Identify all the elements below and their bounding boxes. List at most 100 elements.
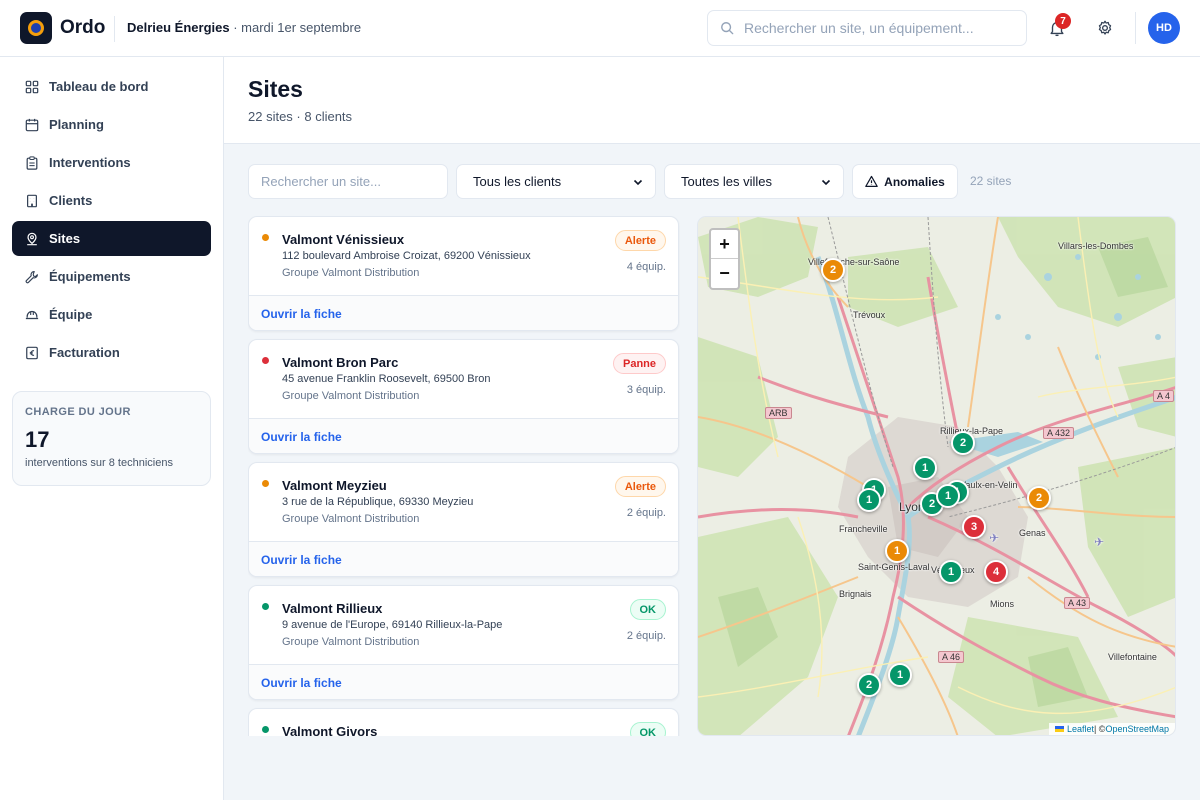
client-filter-value: Tous les clients bbox=[473, 174, 562, 189]
status-badge: Alerte bbox=[614, 230, 666, 251]
place-label: Francheville bbox=[839, 524, 888, 534]
current-date: · mardi 1er septembre bbox=[229, 20, 362, 35]
sidebar-item-equipe[interactable]: Équipe bbox=[12, 297, 211, 332]
open-site-link[interactable]: Ouvrir la fiche bbox=[249, 541, 678, 576]
site-cluster-marker[interactable]: 1 bbox=[885, 539, 909, 563]
search-icon bbox=[720, 21, 734, 38]
site-address: 112 boulevard Ambroise Croizat, 69200 Vé… bbox=[282, 250, 531, 262]
site-cluster-marker[interactable]: 2 bbox=[857, 673, 881, 697]
map-tiles bbox=[698, 217, 1175, 735]
place-label: Mions bbox=[990, 599, 1015, 609]
sidebar-item-planning[interactable]: Planning bbox=[12, 107, 211, 142]
anomalies-filter-button[interactable]: Anomalies bbox=[852, 164, 958, 199]
client-filter-select[interactable]: Tous les clients bbox=[456, 164, 656, 199]
openstreetmap-link[interactable]: OpenStreetMap bbox=[1105, 724, 1169, 734]
anomalies-filter-label: Anomalies bbox=[884, 174, 945, 189]
page-subtitle: 22 sites · 8 clients bbox=[248, 109, 353, 124]
site-group: Groupe Valmont Distribution bbox=[282, 636, 420, 648]
city-filter-select[interactable]: Toutes les villes bbox=[664, 164, 844, 199]
status-badge: Alerte bbox=[614, 476, 666, 497]
site-search-placeholder: Rechercher un site... bbox=[261, 174, 381, 189]
site-search-input[interactable]: Rechercher un site... bbox=[248, 164, 448, 199]
sidebar-item-equipements[interactable]: Équipements bbox=[12, 259, 211, 294]
site-name: Valmont Bron Parc bbox=[282, 355, 399, 370]
status-dot bbox=[262, 357, 269, 364]
app-logo[interactable] bbox=[20, 12, 52, 44]
gear-icon bbox=[1098, 20, 1112, 35]
daily-load-value: 17 bbox=[25, 427, 50, 452]
status-badge: OK bbox=[629, 722, 666, 736]
equipment-count: 4 équip. bbox=[626, 261, 666, 273]
site-cluster-marker[interactable]: 1 bbox=[913, 456, 937, 480]
status-dot bbox=[262, 603, 269, 610]
sidebar-item-facturation[interactable]: Facturation bbox=[12, 335, 211, 370]
status-dot bbox=[262, 480, 269, 487]
map-attribution: Leaflet | © OpenStreetMap bbox=[1048, 723, 1175, 735]
site-address: 9 avenue de l'Europe, 69140 Rillieux-la-… bbox=[282, 619, 503, 631]
site-cluster-marker[interactable]: 1 bbox=[936, 484, 960, 508]
leaflet-link[interactable]: Leaflet bbox=[1067, 724, 1094, 734]
company-name: Delrieu Énergies bbox=[127, 20, 230, 35]
road-shield: A 46 bbox=[938, 651, 965, 663]
site-cluster-marker[interactable]: 1 bbox=[857, 488, 881, 512]
zoom-out-button[interactable]: − bbox=[711, 259, 738, 288]
building-icon bbox=[24, 193, 40, 209]
site-card[interactable]: Valmont Rillieux 9 avenue de l'Europe, 6… bbox=[248, 585, 679, 700]
dashboard-icon bbox=[24, 79, 40, 95]
site-card[interactable]: Valmont Bron Parc 45 avenue Franklin Roo… bbox=[248, 339, 679, 454]
site-card[interactable]: Valmont Givors OK bbox=[248, 708, 679, 736]
daily-load-label: CHARGE DU JOUR bbox=[25, 406, 131, 418]
site-cluster-marker[interactable]: 4 bbox=[984, 560, 1008, 584]
header-divider bbox=[114, 16, 115, 42]
settings-button[interactable] bbox=[1093, 16, 1117, 40]
notifications-count-badge: 7 bbox=[1055, 13, 1071, 29]
site-cluster-marker[interactable]: 2 bbox=[951, 431, 975, 455]
road-shield: A 4 bbox=[1153, 390, 1175, 402]
results-count: 22 sites bbox=[970, 174, 1012, 188]
site-name: Valmont Meyzieu bbox=[282, 478, 387, 493]
site-cluster-marker[interactable]: 1 bbox=[888, 663, 912, 687]
daily-load-caption: interventions sur 8 techniciens bbox=[25, 457, 173, 469]
chevron-down-icon bbox=[821, 179, 831, 185]
top-bar: Ordo Delrieu Énergies · mardi 1er septem… bbox=[0, 0, 1200, 57]
sidebar-item-label: Facturation bbox=[49, 345, 120, 360]
road-shield: A 432 bbox=[1043, 427, 1075, 439]
site-card[interactable]: Valmont Vénissieux 112 boulevard Ambrois… bbox=[248, 216, 679, 331]
sidebar-item-sites[interactable]: Sites bbox=[12, 221, 211, 256]
equipment-count: 3 équip. bbox=[626, 384, 666, 396]
site-group: Groupe Valmont Distribution bbox=[282, 513, 420, 525]
open-site-link[interactable]: Ouvrir la fiche bbox=[249, 664, 678, 699]
site-cluster-marker[interactable]: 2 bbox=[1027, 486, 1051, 510]
status-dot bbox=[262, 726, 269, 733]
sidebar-item-label: Clients bbox=[49, 193, 93, 208]
sidebar-item-dashboard[interactable]: Tableau de bord bbox=[12, 69, 211, 104]
sites-list: Valmont Vénissieux 112 boulevard Ambrois… bbox=[248, 216, 680, 736]
site-card[interactable]: Valmont Meyzieu 3 rue de la République, … bbox=[248, 462, 679, 577]
sidebar-item-clients[interactable]: Clients bbox=[12, 183, 211, 218]
sidebar-item-label: Interventions bbox=[49, 155, 131, 170]
place-label: Trévoux bbox=[853, 310, 886, 320]
zoom-in-button[interactable]: + bbox=[711, 230, 738, 259]
helmet-icon bbox=[24, 307, 40, 323]
sidebar-item-interventions[interactable]: Interventions bbox=[12, 145, 211, 180]
open-site-link[interactable]: Ouvrir la fiche bbox=[249, 295, 678, 330]
user-avatar[interactable]: HD bbox=[1148, 12, 1180, 44]
global-search-input[interactable]: Rechercher un site, un équipement... bbox=[707, 10, 1027, 46]
logo-mark-icon bbox=[28, 20, 44, 36]
site-cluster-marker[interactable]: 2 bbox=[821, 258, 845, 282]
sites-map[interactable]: Villars-les-Dombes Villefranche-sur-Saôn… bbox=[697, 216, 1176, 736]
status-badge: OK bbox=[629, 599, 666, 620]
open-site-link[interactable]: Ouvrir la fiche bbox=[249, 418, 678, 453]
site-cluster-marker[interactable]: 1 bbox=[939, 560, 963, 584]
brand-name: Ordo bbox=[60, 17, 106, 38]
site-name: Valmont Vénissieux bbox=[282, 232, 405, 247]
site-name: Valmont Rillieux bbox=[282, 601, 383, 616]
site-name: Valmont Givors bbox=[282, 724, 378, 736]
place-label: Genas bbox=[1019, 528, 1046, 538]
airport-icon: ✈ bbox=[989, 531, 1000, 545]
site-cluster-marker[interactable]: 3 bbox=[962, 515, 986, 539]
map-pin-icon bbox=[24, 231, 40, 247]
ukraine-flag-icon bbox=[1054, 726, 1064, 732]
equipment-count: 2 équip. bbox=[626, 630, 666, 642]
place-label: Saint-Genis-Laval bbox=[858, 562, 930, 572]
